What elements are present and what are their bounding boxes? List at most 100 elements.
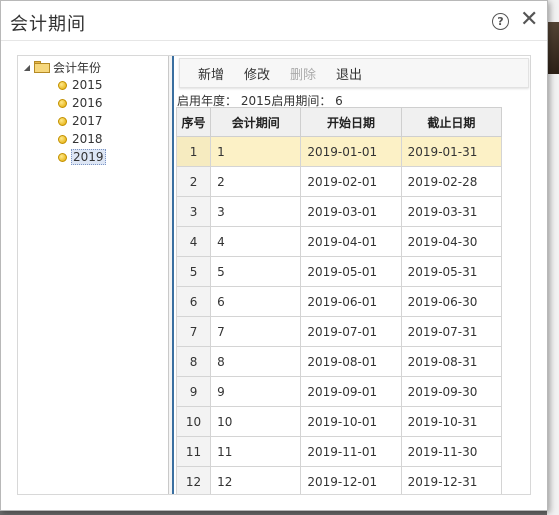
cell-index[interactable]: 5 <box>176 256 212 287</box>
close-icon[interactable]: ✕ <box>520 9 538 31</box>
cell-end-date[interactable]: 2019-07-31 <box>400 316 502 347</box>
delete-button[interactable]: 删除 <box>290 64 316 83</box>
cell-end-date[interactable]: 2019-02-28 <box>400 166 502 197</box>
table-row[interactable]: 8 8 2019-08-01 2019-08-31 <box>176 346 502 377</box>
panel-splitter[interactable] <box>168 56 174 494</box>
table-row[interactable]: 2 2 2019-02-01 2019-02-28 <box>176 166 502 197</box>
cell-period[interactable]: 8 <box>210 346 302 377</box>
tree-item-label: 2015 <box>72 78 103 92</box>
help-icon[interactable]: ? <box>492 13 509 30</box>
cell-index[interactable]: 6 <box>176 286 212 317</box>
cell-index[interactable]: 12 <box>176 466 212 494</box>
cell-start-date[interactable]: 2019-07-01 <box>300 316 402 347</box>
tree-item-label: 2018 <box>72 132 103 146</box>
tree-item-label: 2016 <box>72 96 103 110</box>
expand-icon[interactable]: ◢ <box>22 62 32 72</box>
cell-index[interactable]: 8 <box>176 346 212 377</box>
cell-period[interactable]: 3 <box>210 196 302 227</box>
column-header-end-date[interactable]: 截止日期 <box>400 107 502 137</box>
main-panel: 新增 修改 删除 退出 启用年度： 2015启用期间： 6 序号 会计期间 开始… <box>175 56 531 494</box>
table-row[interactable]: 3 3 2019-03-01 2019-03-31 <box>176 196 502 227</box>
cell-period[interactable]: 7 <box>210 316 302 347</box>
background-window <box>547 0 559 515</box>
tree-root[interactable]: ◢ 会计年份 <box>22 59 101 75</box>
cell-start-date[interactable]: 2019-05-01 <box>300 256 402 287</box>
cell-end-date[interactable]: 2019-04-30 <box>400 226 502 257</box>
accounting-period-dialog: 会计期间 ? ✕ ◢ 会计年份 2015 2016 2017 2018 2019 新增 … <box>0 0 548 511</box>
cell-index[interactable]: 2 <box>176 166 212 197</box>
dialog-title: 会计期间 <box>10 14 86 35</box>
period-grid: 序号 会计期间 开始日期 截止日期 1 1 2019-01-01 2019-01-31… <box>176 107 502 494</box>
add-button[interactable]: 新增 <box>198 64 224 83</box>
cell-index[interactable]: 10 <box>176 406 212 437</box>
cell-start-date[interactable]: 2019-02-01 <box>300 166 402 197</box>
dialog-titlebar: 会计期间 ? ✕ <box>1 1 547 41</box>
toolbar: 新增 修改 删除 退出 <box>179 58 529 88</box>
cell-end-date[interactable]: 2019-10-31 <box>400 406 502 437</box>
cell-index[interactable]: 9 <box>176 376 212 407</box>
table-row[interactable]: 4 4 2019-04-01 2019-04-30 <box>176 226 502 257</box>
cell-start-date[interactable]: 2019-10-01 <box>300 406 402 437</box>
grid-header-row: 序号 会计期间 开始日期 截止日期 <box>176 107 502 137</box>
year-node-icon <box>58 152 67 162</box>
cell-start-date[interactable]: 2019-03-01 <box>300 196 402 227</box>
tree-root-label: 会计年份 <box>53 60 102 75</box>
cell-period[interactable]: 9 <box>210 376 302 407</box>
table-row[interactable]: 11 11 2019-11-01 2019-11-30 <box>176 436 502 467</box>
tree-item-year[interactable]: 2015 <box>58 77 104 93</box>
year-node-icon <box>58 116 67 126</box>
cell-end-date[interactable]: 2019-11-30 <box>400 436 502 467</box>
cell-end-date[interactable]: 2019-03-31 <box>400 196 502 227</box>
cell-start-date[interactable]: 2019-04-01 <box>300 226 402 257</box>
cell-period[interactable]: 4 <box>210 226 302 257</box>
cell-end-date[interactable]: 2019-01-31 <box>400 136 502 167</box>
cell-index[interactable]: 1 <box>176 136 212 167</box>
cell-end-date[interactable]: 2019-08-31 <box>400 346 502 377</box>
year-node-icon <box>58 80 67 90</box>
cell-start-date[interactable]: 2019-11-01 <box>300 436 402 467</box>
cell-period[interactable]: 10 <box>210 406 302 437</box>
tree-item-year[interactable]: 2017 <box>58 113 104 129</box>
exit-button[interactable]: 退出 <box>336 64 362 83</box>
cell-index[interactable]: 4 <box>176 226 212 257</box>
cell-end-date[interactable]: 2019-06-30 <box>400 286 502 317</box>
year-node-icon <box>58 134 67 144</box>
cell-start-date[interactable]: 2019-01-01 <box>300 136 402 167</box>
tree-item-label: 2019 <box>71 149 106 165</box>
cell-period[interactable]: 11 <box>210 436 302 467</box>
column-header-period[interactable]: 会计期间 <box>210 107 302 137</box>
cell-end-date[interactable]: 2019-05-31 <box>400 256 502 287</box>
table-row[interactable]: 7 7 2019-07-01 2019-07-31 <box>176 316 502 347</box>
cell-period[interactable]: 1 <box>210 136 302 167</box>
cell-end-date[interactable]: 2019-09-30 <box>400 376 502 407</box>
cell-period[interactable]: 2 <box>210 166 302 197</box>
cell-start-date[interactable]: 2019-09-01 <box>300 376 402 407</box>
cell-period[interactable]: 5 <box>210 256 302 287</box>
table-row[interactable]: 10 10 2019-10-01 2019-10-31 <box>176 406 502 437</box>
cell-index[interactable]: 11 <box>176 436 212 467</box>
column-header-start-date[interactable]: 开始日期 <box>300 107 402 137</box>
cell-period[interactable]: 12 <box>210 466 302 494</box>
table-row[interactable]: 5 5 2019-05-01 2019-05-31 <box>176 256 502 287</box>
table-row[interactable]: 1 1 2019-01-01 2019-01-31 <box>176 136 502 167</box>
tree-item-year[interactable]: 2018 <box>58 131 104 147</box>
table-row[interactable]: 6 6 2019-06-01 2019-06-30 <box>176 286 502 317</box>
year-node-icon <box>58 98 67 108</box>
cell-period[interactable]: 6 <box>210 286 302 317</box>
cell-index[interactable]: 3 <box>176 196 212 227</box>
tree-item-year[interactable]: 2019 <box>58 149 106 165</box>
folder-icon <box>34 61 50 73</box>
year-tree: ◢ 会计年份 2015 2016 2017 2018 2019 <box>18 56 168 494</box>
background-thumbnail <box>547 22 559 74</box>
cell-index[interactable]: 7 <box>176 316 212 347</box>
cell-start-date[interactable]: 2019-12-01 <box>300 466 402 494</box>
column-header-index[interactable]: 序号 <box>176 107 212 137</box>
cell-start-date[interactable]: 2019-06-01 <box>300 286 402 317</box>
tree-item-year[interactable]: 2016 <box>58 95 104 111</box>
edit-button[interactable]: 修改 <box>244 64 270 83</box>
table-row[interactable]: 9 9 2019-09-01 2019-09-30 <box>176 376 502 407</box>
tree-item-label: 2017 <box>72 114 103 128</box>
cell-end-date[interactable]: 2019-12-31 <box>400 466 502 494</box>
table-row[interactable]: 12 12 2019-12-01 2019-12-31 <box>176 466 502 494</box>
cell-start-date[interactable]: 2019-08-01 <box>300 346 402 377</box>
